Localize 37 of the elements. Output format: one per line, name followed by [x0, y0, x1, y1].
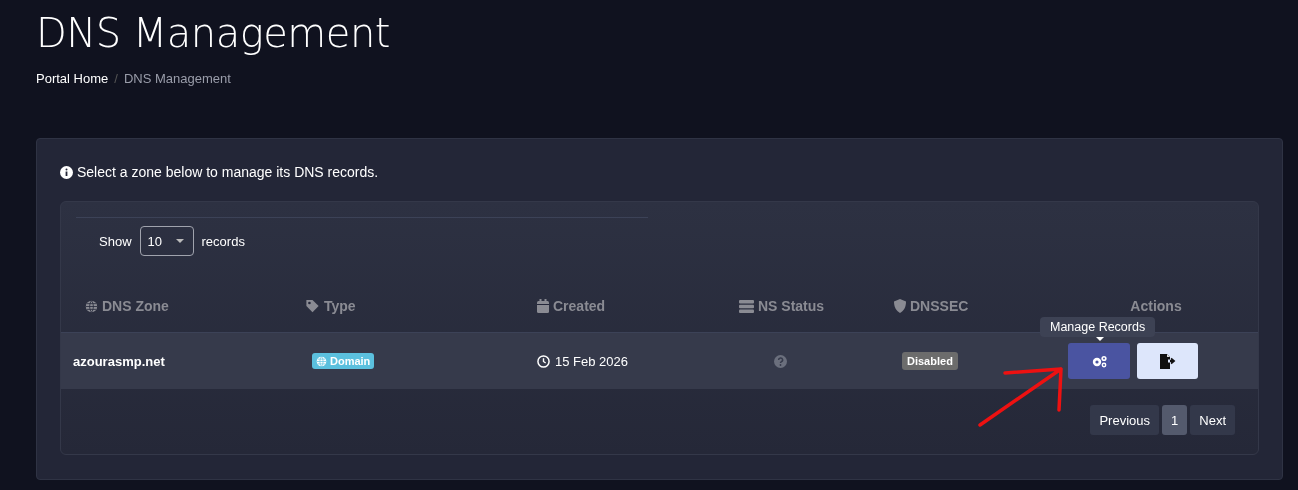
caret-icon [176, 239, 184, 243]
calendar-icon [537, 299, 549, 313]
shield-icon [894, 299, 906, 313]
zone-name: azourasmp.net [73, 353, 165, 369]
length-label: Show [99, 233, 132, 249]
pagination-button[interactable]: Next [1190, 405, 1235, 435]
records-per-page-select[interactable]: 10 [139, 226, 194, 256]
file-export-icon [1159, 353, 1176, 369]
page-title: DNS Management [36, 10, 391, 54]
pagination-button[interactable]: 1 [1162, 405, 1188, 435]
export-button[interactable] [1137, 343, 1198, 379]
server-icon [739, 299, 754, 313]
info-icon [60, 165, 73, 179]
breadcrumb-current: DNS Management [123, 71, 231, 86]
type-badge: Domain [312, 353, 375, 369]
globe-icon [85, 299, 98, 313]
tooltip-arrow-icon [1096, 337, 1104, 341]
help-icon [774, 354, 787, 368]
dnssec-badge: Disabled [902, 352, 958, 370]
column-header: NS Status [758, 298, 825, 314]
breadcrumb-separator: / [114, 71, 118, 86]
tooltip: Manage Records [1040, 317, 1156, 337]
manage-records-button[interactable] [1068, 343, 1130, 379]
column-header: DNSSEC [910, 298, 969, 314]
globe-icon [316, 355, 327, 367]
pagination-button[interactable]: Previous [1090, 405, 1160, 435]
gears-icon [1090, 354, 1108, 368]
length-label: records [201, 233, 245, 249]
column-header: Actions [1130, 298, 1182, 314]
info-text: Select a zone below to manage its DNS records. [77, 164, 379, 180]
breadcrumb-link[interactable]: Portal Home [36, 71, 109, 86]
column-header: Created [553, 298, 606, 314]
column-header: Type [324, 298, 356, 314]
clock-icon [537, 354, 550, 368]
tag-icon [305, 299, 320, 313]
column-header: DNS Zone [102, 298, 169, 314]
created-date: 15 Feb 2026 [555, 353, 628, 369]
